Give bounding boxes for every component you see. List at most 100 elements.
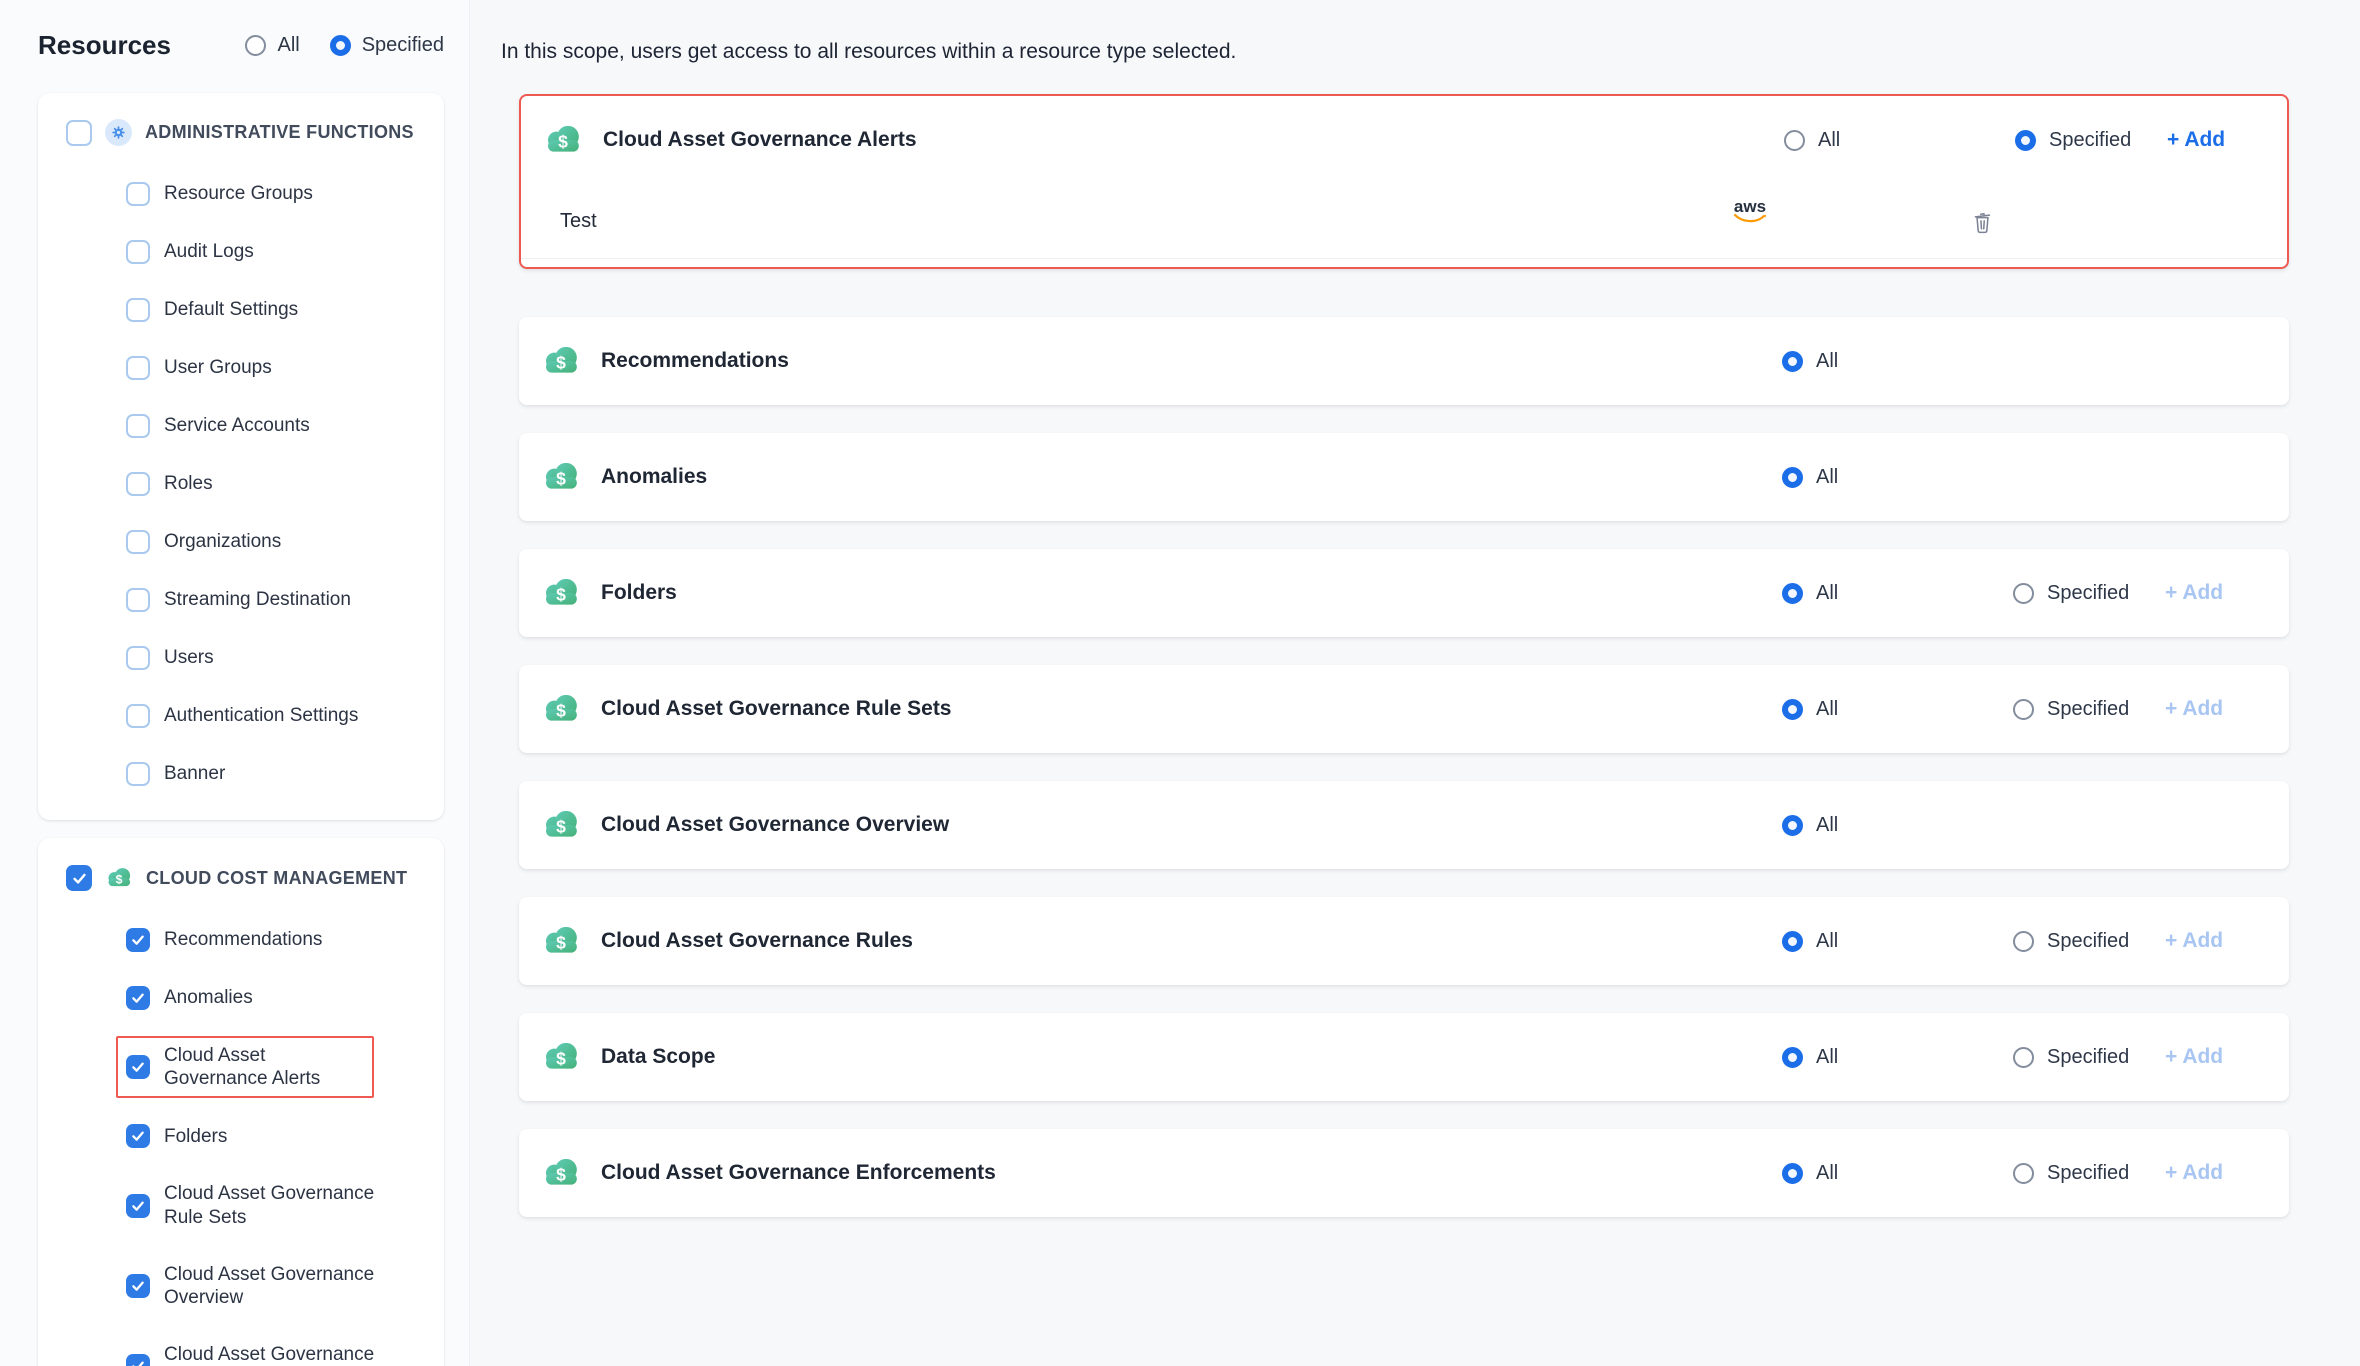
sidebar-item-anomalies[interactable]: Anomalies	[126, 986, 426, 1010]
checkbox-checked[interactable]	[126, 1274, 150, 1298]
delete-trash-icon[interactable]	[1971, 184, 1994, 259]
checkbox-checked[interactable]	[126, 1055, 150, 1079]
radio-specified[interactable]: Specified	[330, 34, 444, 57]
checkbox-unchecked[interactable]	[126, 240, 150, 264]
resource-type-title: Cloud Asset Governance Overview	[601, 813, 949, 837]
sidebar-item-folders[interactable]: Folders	[126, 1124, 426, 1148]
ccm-items-list: Recommendations Anomalies Cloud Asset Go…	[126, 928, 426, 1366]
resource-card-cag-overview: $ Cloud Asset Governance Overview All	[519, 781, 2289, 869]
sidebar-item-banner[interactable]: Banner	[126, 762, 426, 786]
sidebar-item-cag-alerts-highlighted[interactable]: Cloud Asset Governance Alerts	[126, 1044, 426, 1090]
checkbox-unchecked[interactable]	[126, 646, 150, 670]
sidebar-item-audit-logs[interactable]: Audit Logs	[126, 240, 426, 264]
card-header: $ Anomalies	[541, 433, 707, 521]
resource-type-title: Anomalies	[601, 465, 707, 489]
radio-circle-icon[interactable]	[1782, 351, 1803, 372]
radio-specified[interactable]: Specified	[2013, 1129, 2129, 1217]
admin-functions-panel: ADMINISTRATIVE FUNCTIONS Resource Groups…	[38, 93, 444, 820]
radio-all[interactable]: All	[1784, 96, 1840, 184]
radio-circle-icon[interactable]	[2013, 931, 2034, 952]
radio-circle-icon[interactable]	[2015, 130, 2036, 151]
checkbox-unchecked[interactable]	[126, 762, 150, 786]
checkbox-checked[interactable]	[126, 986, 150, 1010]
sidebar-item-cag-rules[interactable]: Cloud Asset Governance Rules	[126, 1343, 426, 1366]
sidebar-item-streaming-destination[interactable]: Streaming Destination	[126, 588, 426, 612]
sidebar-item-user-groups[interactable]: User Groups	[126, 356, 426, 380]
radio-circle-icon[interactable]	[330, 35, 351, 56]
add-button-disabled[interactable]: + Add	[2165, 897, 2223, 985]
add-button-disabled[interactable]: + Add	[2165, 1013, 2223, 1101]
resources-scope-radios: All Specified	[245, 34, 444, 57]
checkbox-cloud-cost-management[interactable]	[66, 865, 92, 891]
radio-circle-icon[interactable]	[1782, 699, 1803, 720]
radio-circle-icon[interactable]	[1782, 815, 1803, 836]
svg-text:$: $	[556, 817, 566, 837]
checkbox-unchecked[interactable]	[126, 704, 150, 728]
sidebar-item-default-settings[interactable]: Default Settings	[126, 298, 426, 322]
radio-all[interactable]: All	[1782, 549, 1838, 637]
add-button-disabled[interactable]: + Add	[2165, 665, 2223, 753]
radio-circle-icon[interactable]	[2013, 1047, 2034, 1068]
sidebar-item-resource-groups[interactable]: Resource Groups	[126, 182, 426, 206]
radio-circle-icon[interactable]	[1782, 931, 1803, 952]
checkbox-admin-functions[interactable]	[66, 120, 92, 146]
checkbox-unchecked[interactable]	[126, 588, 150, 612]
sidebar-item-roles[interactable]: Roles	[126, 472, 426, 496]
checkbox-checked[interactable]	[126, 1354, 150, 1366]
radio-circle-icon[interactable]	[1782, 583, 1803, 604]
card-header: $ Cloud Asset Governance Rules	[541, 897, 913, 985]
section-cloud-cost-management: $ CLOUD COST MANAGEMENT	[66, 864, 426, 892]
radio-circle-icon[interactable]	[2013, 583, 2034, 604]
checkbox-checked[interactable]	[126, 1124, 150, 1148]
radio-specified[interactable]: Specified	[2015, 96, 2131, 184]
radio-circle-icon[interactable]	[2013, 1163, 2034, 1184]
sidebar-item-cag-overview[interactable]: Cloud Asset Governance Overview	[126, 1263, 426, 1309]
resources-scope-page: Resources All Specified	[0, 0, 2360, 1366]
checkbox-unchecked[interactable]	[126, 414, 150, 438]
radio-circle-icon[interactable]	[2013, 699, 2034, 720]
radio-all[interactable]: All	[1782, 781, 1838, 869]
radio-specified[interactable]: Specified	[2013, 549, 2129, 637]
radio-all[interactable]: All	[1782, 665, 1838, 753]
radio-all[interactable]: All	[1782, 1013, 1838, 1101]
resource-type-title: Cloud Asset Governance Rules	[601, 929, 913, 953]
checkbox-unchecked[interactable]	[126, 356, 150, 380]
section-admin-functions: ADMINISTRATIVE FUNCTIONS	[66, 119, 426, 146]
add-button[interactable]: + Add	[2167, 96, 2225, 184]
radio-circle-icon[interactable]	[1782, 467, 1803, 488]
cloud-dollar-icon: $	[541, 805, 581, 845]
radio-specified[interactable]: Specified	[2013, 1013, 2129, 1101]
svg-text:$: $	[556, 469, 566, 489]
svg-text:$: $	[556, 933, 566, 953]
add-button-disabled[interactable]: + Add	[2165, 549, 2223, 637]
radio-specified[interactable]: Specified	[2013, 897, 2129, 985]
add-button-disabled[interactable]: + Add	[2165, 1129, 2223, 1217]
svg-text:$: $	[556, 1049, 566, 1069]
checkbox-unchecked[interactable]	[126, 472, 150, 496]
sidebar-item-service-accounts[interactable]: Service Accounts	[126, 414, 426, 438]
radio-circle-icon[interactable]	[1784, 130, 1805, 151]
radio-circle-icon[interactable]	[1782, 1163, 1803, 1184]
checkbox-unchecked[interactable]	[126, 298, 150, 322]
sidebar-item-authentication-settings[interactable]: Authentication Settings	[126, 704, 426, 728]
radio-circle-icon[interactable]	[245, 35, 266, 56]
svg-text:$: $	[556, 353, 566, 373]
checkbox-unchecked[interactable]	[126, 182, 150, 206]
radio-all[interactable]: All	[1782, 433, 1838, 521]
checkbox-checked[interactable]	[126, 1194, 150, 1218]
radio-all[interactable]: All	[1782, 1129, 1838, 1217]
sidebar-item-organizations[interactable]: Organizations	[126, 530, 426, 554]
checkbox-checked[interactable]	[126, 928, 150, 952]
radio-circle-icon[interactable]	[1782, 1047, 1803, 1068]
sidebar-item-recommendations[interactable]: Recommendations	[126, 928, 426, 952]
radio-all[interactable]: All	[1782, 317, 1838, 405]
checkbox-unchecked[interactable]	[126, 530, 150, 554]
radio-all[interactable]: All	[1782, 897, 1838, 985]
sidebar-item-cag-rule-sets[interactable]: Cloud Asset Governance Rule Sets	[126, 1182, 426, 1228]
aws-logo-icon: aws	[1726, 198, 1774, 223]
radio-all[interactable]: All	[245, 34, 299, 57]
radio-specified[interactable]: Specified	[2013, 665, 2129, 753]
resource-scope-main: In this scope, users get access to all r…	[470, 0, 2360, 1366]
sidebar-item-users[interactable]: Users	[126, 646, 426, 670]
cloud-dollar-icon: $	[543, 120, 583, 160]
